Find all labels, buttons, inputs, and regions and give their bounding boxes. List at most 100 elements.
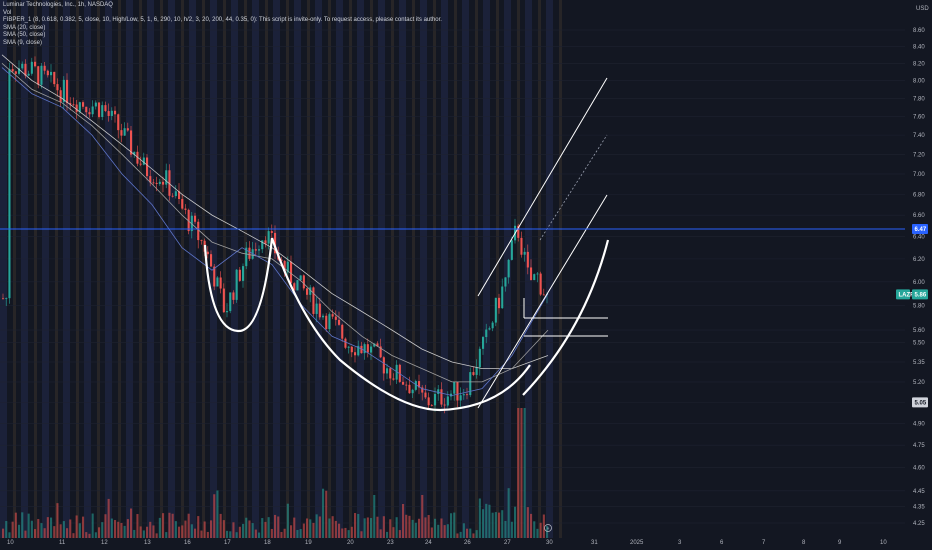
volume-bar: [254, 529, 257, 538]
symbol-title: Luminar Technologies, Inc., 1h, NASDAQ: [3, 2, 113, 8]
candle-body: [21, 63, 24, 69]
volume-bar: [206, 531, 209, 538]
candle-body: [328, 314, 331, 330]
volume-bar: [366, 517, 369, 538]
legend-sma-20[interactable]: SMA (20, close): [3, 25, 442, 33]
volume-bar: [299, 529, 302, 538]
volume-bar: [251, 523, 254, 538]
y-tick-label: 6.60: [913, 213, 925, 219]
volume-bar: [37, 519, 40, 538]
volume-bar: [72, 533, 75, 538]
candle-body: [50, 71, 53, 76]
y-tick-label: 4.25: [913, 521, 925, 527]
volume-bar: [392, 527, 395, 538]
volume-bar: [331, 516, 334, 538]
legend-fibper[interactable]: FIBPER_1 (8, 0.618, 0.382, 5, close, 10,…: [3, 17, 442, 25]
candle-body: [322, 315, 325, 318]
price-chart[interactable]: 8.60 8.40 8.20 8.00 7.80 7.60 7.40 7.20 7.00 6.80…: [0, 0, 932, 550]
candle-body: [434, 394, 437, 406]
volume-bar: [478, 498, 481, 538]
x-tick-label: 12: [101, 540, 108, 546]
candle-body: [200, 240, 203, 241]
candle-body: [142, 157, 145, 165]
volume-bar: [469, 528, 472, 538]
candle-body: [526, 251, 529, 268]
x-tick-label: 8: [802, 540, 806, 546]
volume-bar: [382, 516, 385, 538]
candle-body: [341, 324, 344, 339]
x-tick-label: 3: [678, 540, 682, 546]
volume-bar: [408, 515, 411, 538]
volume-bar: [360, 531, 363, 538]
volume-bar: [88, 533, 91, 538]
candle-body: [219, 277, 222, 289]
volume-bar: [405, 514, 408, 538]
volume-bar: [338, 523, 341, 538]
y-tick-label: 8.20: [913, 61, 925, 67]
volume-bar: [139, 526, 142, 538]
candle-body: [443, 404, 446, 406]
volume-bar: [101, 522, 104, 538]
volume-bar: [171, 513, 174, 538]
volume-bar: [510, 521, 513, 538]
volume-bar: [187, 513, 190, 538]
volume-bar: [213, 494, 216, 538]
volume-bar: [312, 522, 315, 538]
volume-bar: [91, 513, 94, 538]
volume-bar: [398, 530, 401, 538]
candle-body: [267, 231, 270, 244]
x-tick-label: 9: [838, 540, 842, 546]
volume-bar: [168, 512, 171, 538]
candle-body: [440, 389, 443, 405]
volume-bar: [485, 503, 488, 538]
volume-bar: [280, 531, 283, 538]
candle-body: [184, 208, 187, 210]
volume-bar: [197, 516, 200, 538]
legend-volume[interactable]: Vol: [3, 10, 442, 18]
y-tick-label: 6.20: [913, 257, 925, 263]
candle-body: [258, 249, 261, 251]
candle-body: [78, 102, 81, 112]
legend-sma-9[interactable]: SMA (9, close): [3, 40, 442, 48]
volume-bar: [507, 488, 510, 538]
candle-body: [94, 102, 97, 107]
volume-bar: [389, 519, 392, 538]
volume-bar: [418, 518, 421, 538]
volume-bar: [459, 531, 462, 538]
volume-bar: [18, 524, 21, 538]
y-tick-label: 7.40: [913, 133, 925, 139]
candle-body: [350, 346, 353, 353]
volume-bar: [53, 526, 56, 538]
candle-body: [347, 346, 350, 348]
volume-bar: [309, 519, 312, 538]
volume-bar: [466, 528, 469, 538]
volume-bar: [56, 503, 59, 538]
x-tick-label: 31: [591, 540, 598, 546]
candle-body: [507, 259, 510, 278]
candle-body: [126, 128, 129, 131]
volume-bar: [242, 523, 245, 538]
candle-body: [498, 297, 501, 309]
volume-bar: [386, 531, 389, 538]
x-tick-label: 11: [59, 540, 66, 546]
x-tick-label: 24: [425, 540, 432, 546]
candle-body: [123, 128, 126, 136]
candle-body: [235, 269, 238, 300]
x-tick-label: 16: [184, 540, 191, 546]
price-axis: 8.60 8.40 8.20 8.00 7.80 7.60 7.40 7.20 7.00 6.80…: [913, 28, 925, 527]
volume-bar: [222, 520, 225, 538]
y-tick-label: 5.60: [913, 328, 925, 334]
volume-bar: [347, 530, 350, 538]
volume-bar: [62, 521, 65, 538]
candle-body: [533, 274, 536, 281]
volume-bar: [501, 510, 504, 538]
candle-body: [238, 269, 241, 281]
legend-sma-50[interactable]: SMA (50, close): [3, 32, 442, 40]
candle-body: [363, 344, 366, 354]
volume-bar: [334, 520, 337, 538]
candle-body: [37, 66, 40, 85]
candle-body: [482, 337, 485, 349]
x-tick-label: 20: [347, 540, 354, 546]
volume-bar: [536, 528, 539, 538]
candle-body: [226, 311, 229, 313]
